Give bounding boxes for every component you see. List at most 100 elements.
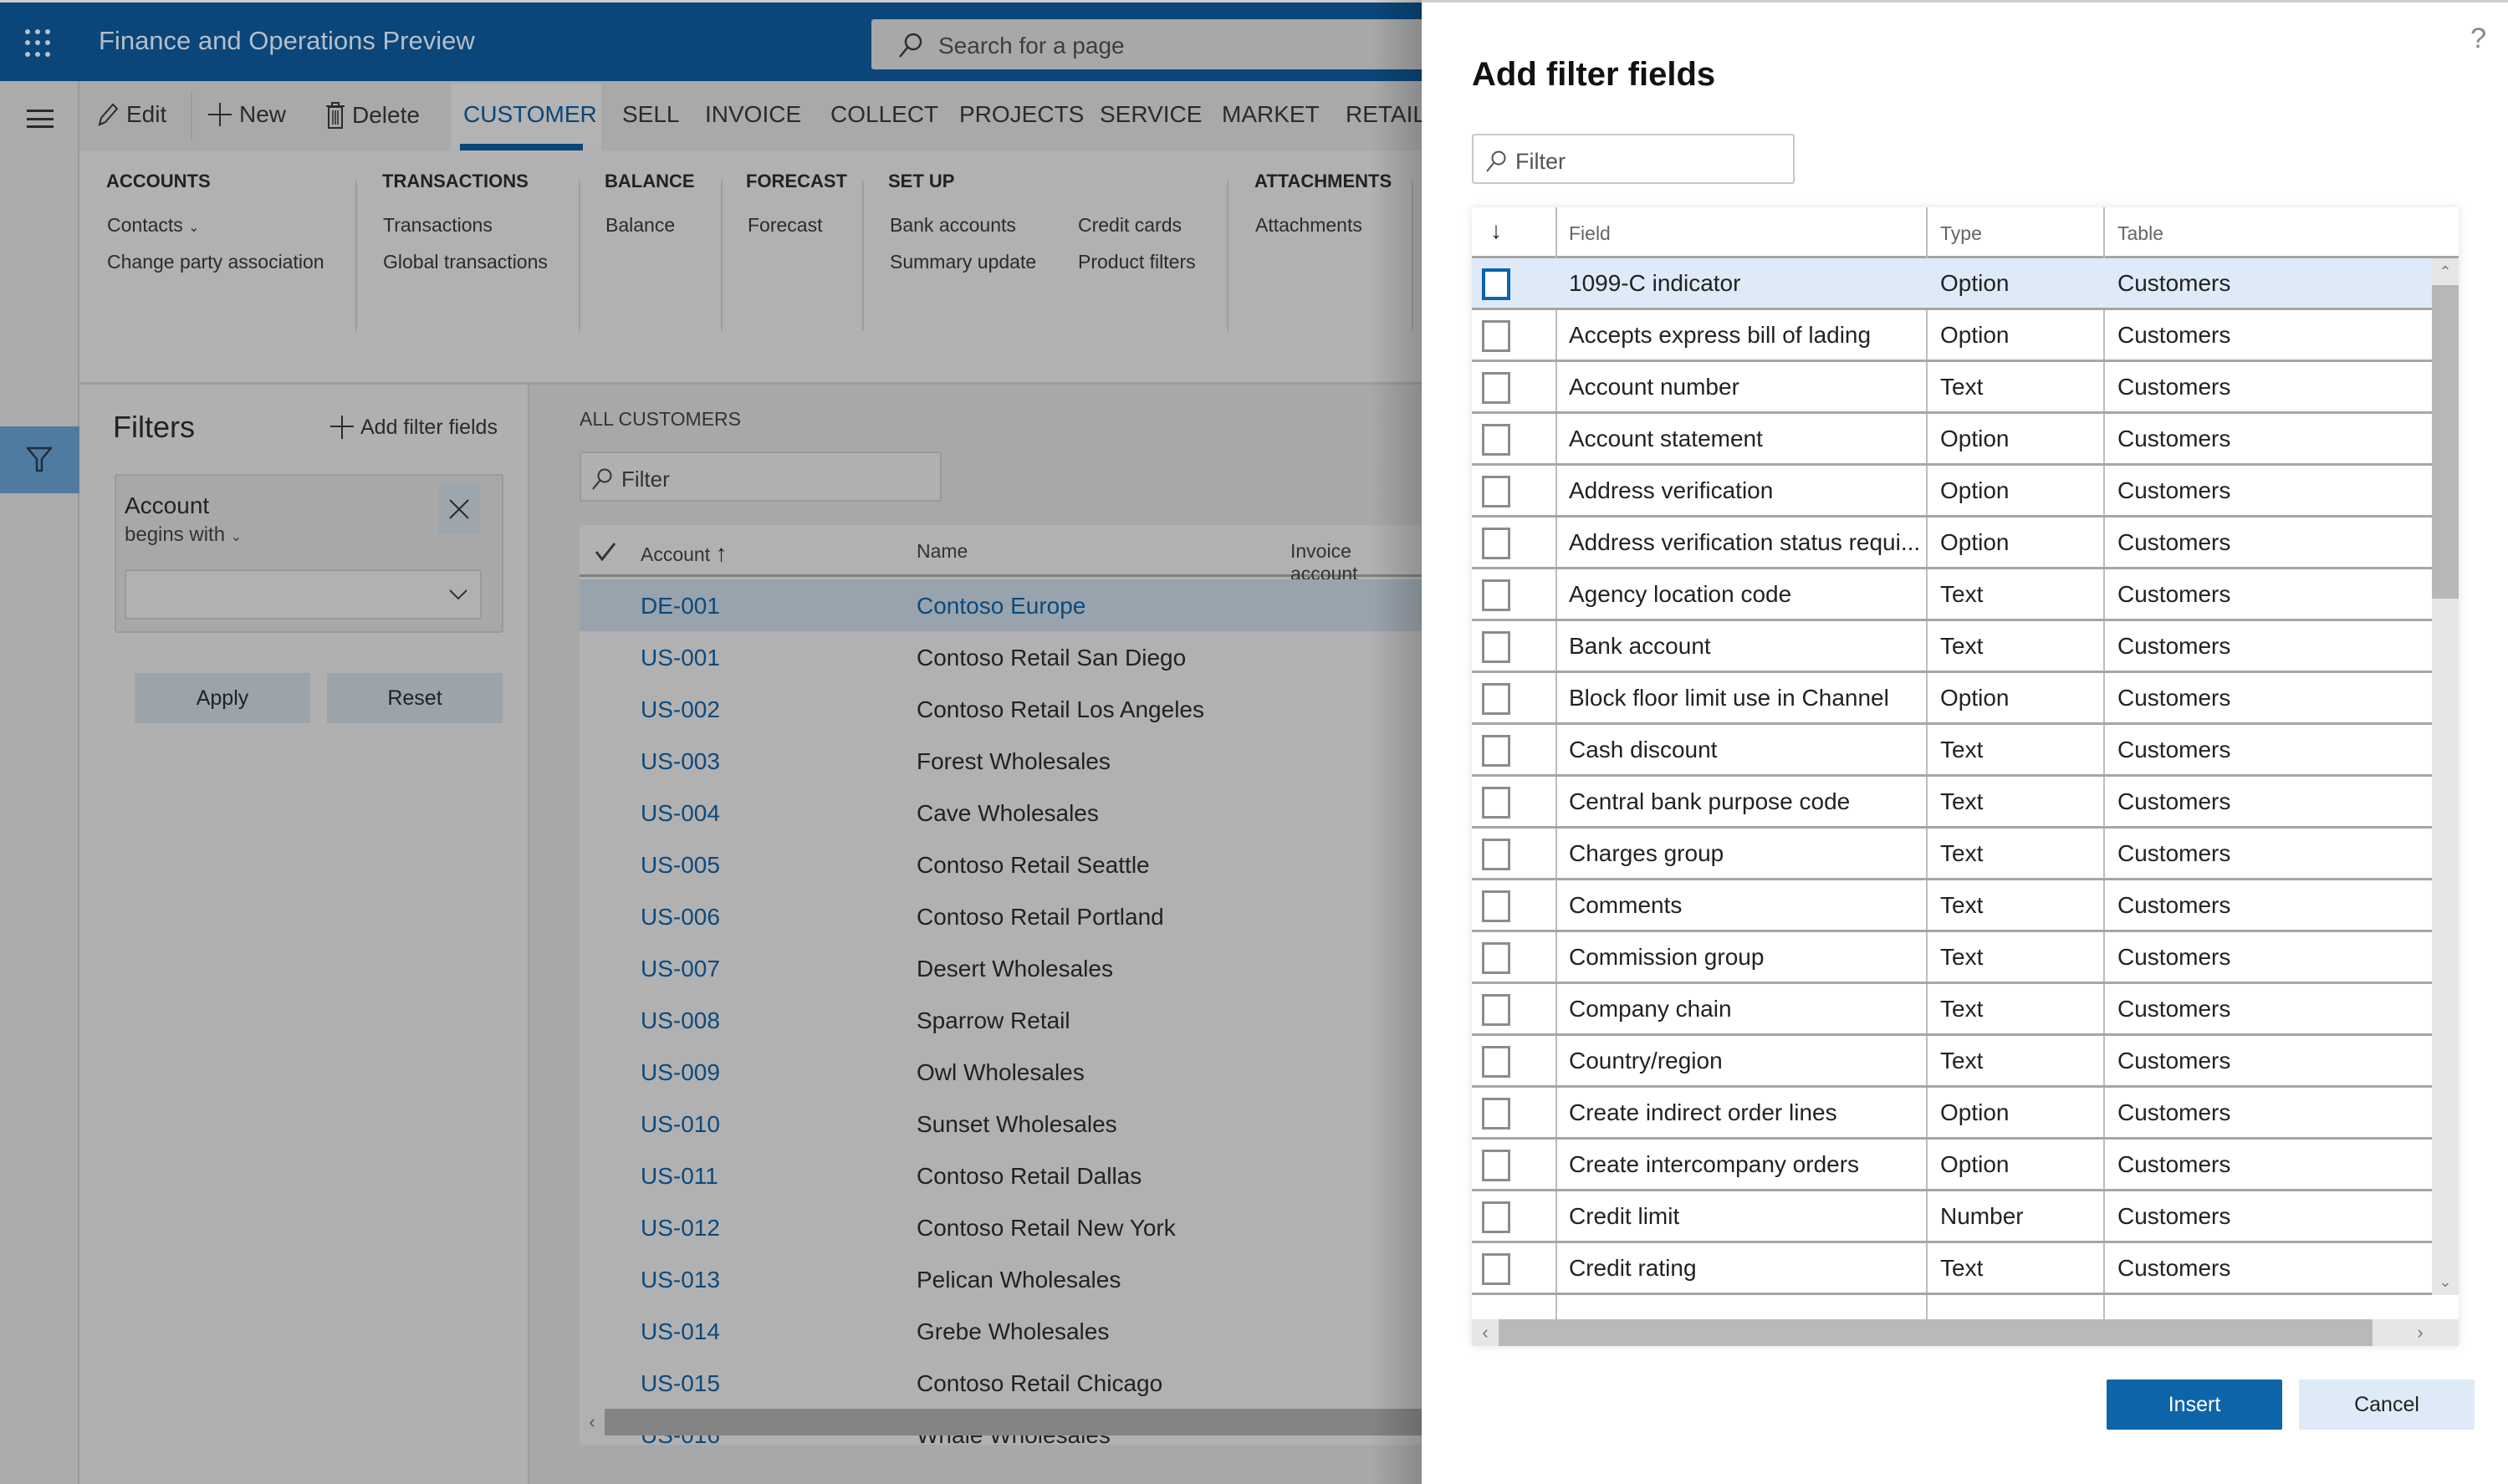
- filter-value-combobox[interactable]: [125, 569, 482, 620]
- table-row[interactable]: US-012 Contoso Retail New York: [580, 1201, 1422, 1253]
- list-item[interactable]: Agency location code Text Customers: [1472, 569, 2432, 621]
- row-checkbox[interactable]: [1482, 372, 1510, 404]
- account-link[interactable]: US-001: [641, 645, 720, 671]
- account-link[interactable]: US-011: [641, 1163, 718, 1190]
- app-launcher-icon[interactable]: [25, 29, 54, 58]
- account-link[interactable]: US-007: [641, 956, 720, 982]
- row-checkbox[interactable]: [1482, 1150, 1510, 1181]
- help-icon[interactable]: ?: [2470, 23, 2486, 55]
- tab-service[interactable]: SERVICE: [1100, 101, 1202, 128]
- tab-invoice[interactable]: INVOICE: [705, 101, 801, 128]
- tab-customer[interactable]: CUSTOMER: [463, 101, 597, 128]
- row-checkbox[interactable]: [1482, 1046, 1510, 1078]
- row-checkbox[interactable]: [1482, 735, 1510, 767]
- list-item[interactable]: Credit rating Text Customers: [1472, 1243, 2432, 1295]
- list-item[interactable]: Account number Text Customers: [1472, 362, 2432, 414]
- product-filters-link[interactable]: Product filters: [1078, 251, 1196, 273]
- bank-accounts-link[interactable]: Bank accounts: [890, 214, 1016, 237]
- table-row[interactable]: US-007 Desert Wholesales: [580, 942, 1422, 994]
- filter-pane-toggle[interactable]: [0, 426, 79, 493]
- tab-market[interactable]: MARKET: [1222, 101, 1320, 128]
- row-checkbox[interactable]: [1482, 579, 1510, 611]
- row-checkbox[interactable]: [1482, 528, 1510, 559]
- list-item[interactable]: Create indirect order lines Option Custome…: [1472, 1088, 2432, 1140]
- list-item[interactable]: Central bank purpose code Text Customers: [1472, 777, 2432, 829]
- list-item[interactable]: Commission group Text Customers: [1472, 932, 2432, 984]
- table-row[interactable]: US-006 Contoso Retail Portland: [580, 890, 1422, 942]
- row-checkbox[interactable]: [1482, 424, 1510, 456]
- list-item[interactable]: Address verification status requi... Opti…: [1472, 518, 2432, 569]
- list-item[interactable]: Company chain Text Customers: [1472, 984, 2432, 1036]
- dialog-filter-input[interactable]: Filter: [1472, 134, 1795, 184]
- tab-collect[interactable]: COLLECT: [830, 101, 938, 128]
- column-header-type[interactable]: Type: [1940, 222, 1982, 245]
- list-item[interactable]: Address verification Option Customers: [1472, 466, 2432, 518]
- tab-projects[interactable]: PROJECTS: [959, 101, 1084, 128]
- list-item[interactable]: Bank account Text Customers: [1472, 621, 2432, 673]
- search-input[interactable]: Search for a page: [871, 19, 1422, 69]
- insert-button[interactable]: Insert: [2107, 1379, 2282, 1430]
- list-item[interactable]: Country/region Text Customers: [1472, 1036, 2432, 1088]
- vertical-scroll-thumb[interactable]: [2432, 285, 2459, 599]
- scroll-right-icon[interactable]: ›: [2407, 1319, 2434, 1346]
- list-item[interactable]: Account statement Option Customers: [1472, 414, 2432, 466]
- row-checkbox[interactable]: [1482, 320, 1510, 352]
- scroll-left-icon[interactable]: ‹: [580, 1409, 605, 1436]
- account-link[interactable]: US-002: [641, 696, 720, 723]
- horizontal-scrollbar[interactable]: ‹ ›: [1472, 1319, 2459, 1346]
- transactions-link[interactable]: Transactions: [383, 214, 493, 237]
- table-row[interactable]: US-001 Contoso Retail San Diego: [580, 631, 1422, 683]
- row-checkbox[interactable]: [1482, 631, 1510, 663]
- filter-operator-dropdown[interactable]: begins with ⌄: [125, 523, 242, 547]
- attachments-link[interactable]: Attachments: [1255, 214, 1362, 237]
- list-item[interactable]: Comments Text Customers: [1472, 880, 2432, 932]
- forecast-link[interactable]: Forecast: [748, 214, 822, 237]
- scroll-left-icon[interactable]: ‹: [1472, 1319, 1499, 1346]
- row-checkbox[interactable]: [1482, 942, 1510, 974]
- table-row[interactable]: US-013 Pelican Wholesales: [580, 1253, 1422, 1305]
- table-row[interactable]: US-015 Contoso Retail Chicago: [580, 1357, 1422, 1409]
- account-link[interactable]: US-012: [641, 1215, 720, 1242]
- row-checkbox[interactable]: [1482, 268, 1510, 300]
- list-item[interactable]: Create intercompany orders Option Customer…: [1472, 1140, 2432, 1191]
- row-checkbox[interactable]: [1482, 994, 1510, 1026]
- account-link[interactable]: US-015: [641, 1370, 720, 1397]
- delete-button[interactable]: Delete: [325, 101, 420, 130]
- change-party-association-link[interactable]: Change party association: [107, 251, 324, 273]
- row-checkbox[interactable]: [1482, 1253, 1510, 1285]
- list-item[interactable]: Cash discount Text Customers: [1472, 725, 2432, 777]
- account-link[interactable]: US-005: [641, 852, 720, 879]
- select-all-checkmark-icon[interactable]: [595, 542, 616, 562]
- global-transactions-link[interactable]: Global transactions: [383, 251, 548, 273]
- account-link[interactable]: US-014: [641, 1318, 720, 1345]
- cancel-button[interactable]: Cancel: [2299, 1379, 2475, 1430]
- list-item[interactable]: Accepts express bill of lading Option Cust…: [1472, 310, 2432, 362]
- sort-descending-icon[interactable]: ↓: [1490, 217, 1502, 244]
- horizontal-scroll-thumb[interactable]: [1499, 1319, 2373, 1346]
- account-link[interactable]: US-010: [641, 1111, 720, 1138]
- row-checkbox[interactable]: [1482, 1201, 1510, 1233]
- summary-update-link[interactable]: Summary update: [890, 251, 1036, 273]
- table-row[interactable]: DE-001 Contoso Europe: [580, 579, 1422, 631]
- table-row[interactable]: US-005 Contoso Retail Seattle: [580, 839, 1422, 890]
- credit-cards-link[interactable]: Credit cards: [1078, 214, 1182, 237]
- account-link[interactable]: US-013: [641, 1267, 720, 1293]
- add-filter-fields-button[interactable]: Add filter fields: [330, 415, 498, 440]
- row-checkbox[interactable]: [1482, 1098, 1510, 1130]
- table-row[interactable]: US-009 Owl Wholesales: [580, 1046, 1422, 1098]
- account-link[interactable]: US-006: [641, 904, 720, 931]
- list-item[interactable]: Charges group Text Customers: [1472, 829, 2432, 880]
- row-checkbox[interactable]: [1482, 476, 1510, 507]
- new-button[interactable]: New: [207, 101, 286, 128]
- row-checkbox[interactable]: [1482, 787, 1510, 818]
- table-row[interactable]: US-014 Grebe Wholesales: [580, 1305, 1422, 1357]
- account-link[interactable]: US-009: [641, 1059, 720, 1086]
- remove-filter-button[interactable]: [438, 484, 480, 534]
- horizontal-scrollbar[interactable]: ‹: [580, 1409, 1422, 1436]
- account-link[interactable]: US-008: [641, 1007, 720, 1034]
- column-header-account[interactable]: Account ↑: [641, 540, 728, 567]
- edit-button[interactable]: Edit: [96, 101, 166, 128]
- table-row[interactable]: US-002 Contoso Retail Los Angeles: [580, 683, 1422, 735]
- list-item[interactable]: Credit limit Number Customers: [1472, 1191, 2432, 1243]
- column-header-field[interactable]: Field: [1569, 222, 1611, 245]
